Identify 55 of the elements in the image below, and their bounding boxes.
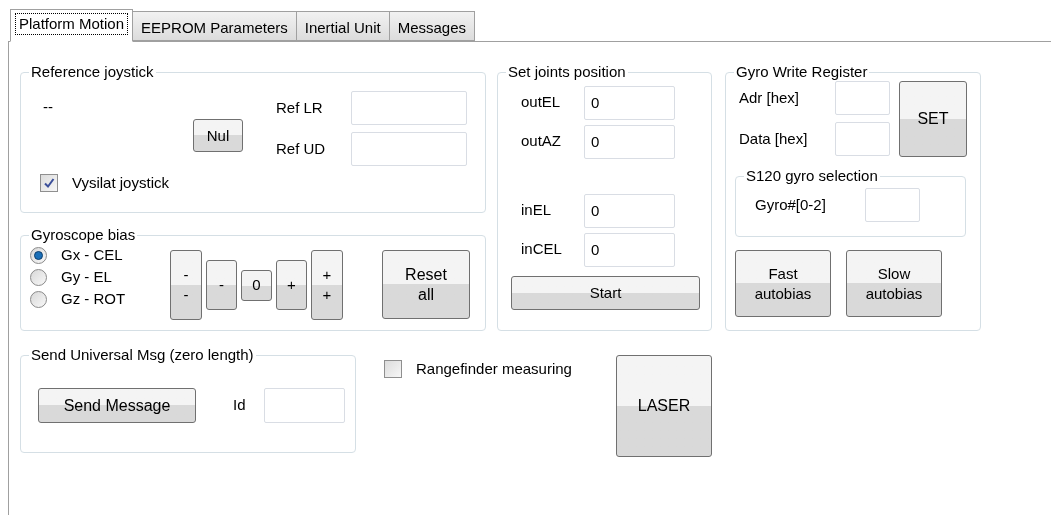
button[interactable]: Slow autobias — [846, 250, 942, 317]
text-field[interactable] — [351, 91, 467, 125]
button[interactable]: Reset all — [382, 250, 470, 319]
text-field[interactable] — [865, 188, 920, 222]
radio-button[interactable] — [30, 268, 47, 286]
checkbox[interactable] — [40, 174, 58, 193]
button[interactable]: - — [206, 260, 237, 310]
group-title: S120 gyro selection — [745, 167, 879, 185]
radio-label: Gy - EL — [61, 266, 112, 287]
radio-label: Gx - CEL — [61, 244, 123, 265]
text-field[interactable]: 0 — [584, 193, 675, 228]
group-title: Gyro Write Register — [735, 63, 869, 81]
text-field[interactable] — [351, 132, 467, 166]
checkbox-label: Vysilat joystick — [72, 173, 169, 193]
button[interactable]: + + — [311, 250, 343, 320]
field-label: outEL — [520, 92, 562, 113]
button[interactable]: Start — [511, 276, 700, 310]
button[interactable]: Send Message — [38, 388, 196, 423]
field-label: Data [hex] — [738, 128, 809, 149]
button[interactable]: Nul — [193, 119, 243, 152]
button[interactable]: LASER — [616, 355, 712, 457]
checkmark-icon — [43, 177, 55, 190]
field-label: inCEL — [520, 239, 563, 260]
radio-button[interactable] — [30, 290, 47, 308]
group-title: Set joints position — [507, 63, 627, 81]
field-label: Adr [hex] — [738, 87, 801, 108]
field-label: Ref UD — [276, 138, 327, 159]
field-label: Gyro#[0-2] — [755, 194, 827, 215]
button[interactable]: + — [276, 260, 307, 310]
button[interactable]: 0 — [241, 269, 272, 301]
tab[interactable]: Messages — [388, 11, 475, 41]
radio-button[interactable] — [30, 246, 47, 264]
field-label: outAZ — [520, 131, 563, 152]
group-title: Send Universal Msg (zero length) — [30, 346, 255, 364]
field-label: inEL — [520, 200, 553, 221]
field-label: Ref LR — [276, 97, 324, 118]
button[interactable]: SET — [899, 81, 967, 157]
button[interactable]: Fast autobias — [735, 250, 831, 317]
text-field[interactable]: 0 — [584, 85, 675, 120]
tab[interactable]: Inertial Unit — [295, 11, 390, 41]
text-field[interactable] — [264, 388, 345, 423]
text-field[interactable] — [835, 122, 890, 156]
text-field[interactable] — [835, 81, 890, 115]
field-label: Id — [233, 395, 247, 416]
group-title: Reference joystick — [30, 63, 155, 81]
checkbox-label: Rangefinder measuring — [416, 359, 572, 379]
tab[interactable]: Platform Motion — [10, 9, 134, 42]
radio-label: Gz - ROT — [61, 288, 126, 309]
status-text: -- — [43, 97, 54, 117]
group-title: Gyroscope bias — [30, 226, 137, 244]
text-field[interactable]: 0 — [584, 232, 675, 267]
text-field[interactable]: 0 — [584, 124, 675, 159]
checkbox[interactable] — [384, 360, 402, 379]
button[interactable]: - - — [170, 250, 202, 320]
tab[interactable]: EEPROM Parameters — [132, 11, 297, 41]
